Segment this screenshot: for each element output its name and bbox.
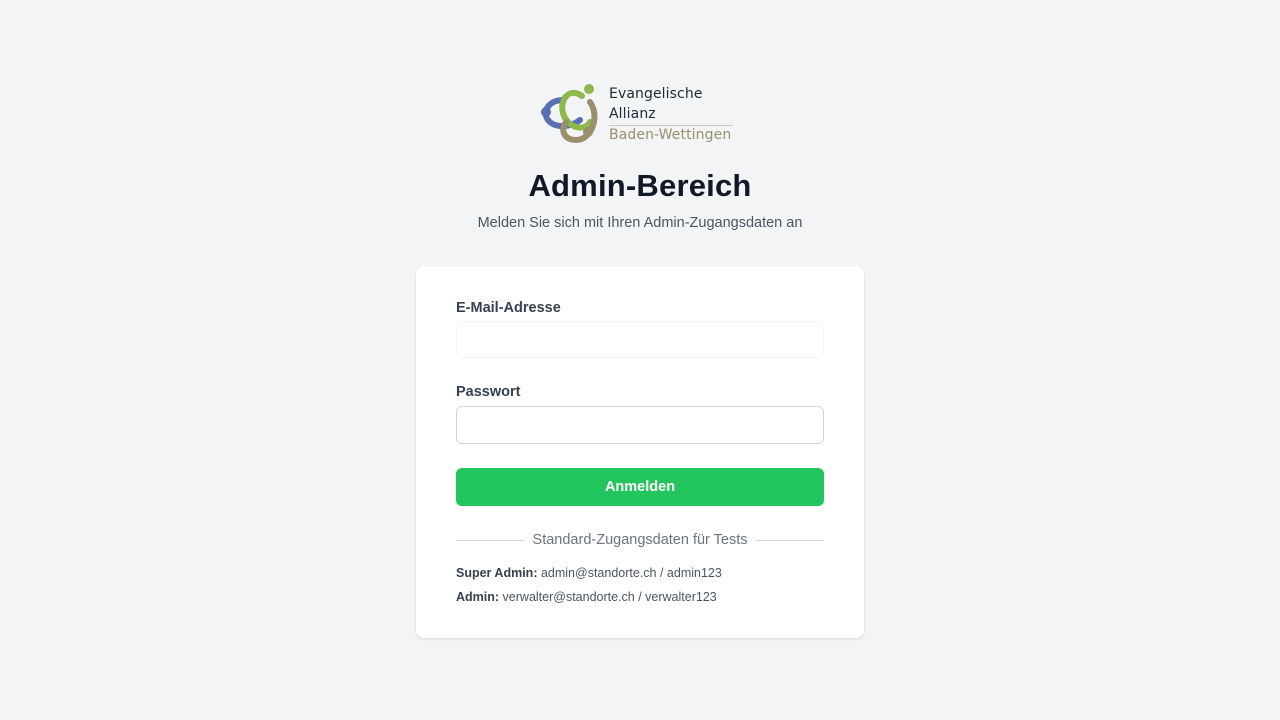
- logo-line-1: Evangelische: [609, 86, 703, 102]
- credential-role: Super Admin:: [456, 566, 538, 580]
- password-label: Passwort: [456, 384, 521, 400]
- login-page: Evangelische Allianz Baden-Wettingen Adm…: [0, 0, 1280, 720]
- email-field[interactable]: [456, 321, 824, 358]
- page-subtitle: Melden Sie sich mit Ihren Admin-Zugangsd…: [477, 215, 803, 231]
- login-button[interactable]: Anmelden: [456, 468, 824, 506]
- logo-text: Evangelische Allianz Baden-Wettingen: [609, 84, 735, 144]
- credential-role: Admin:: [456, 590, 500, 604]
- divider-line-right: [755, 539, 825, 541]
- login-card: E-Mail-Adresse Passwort Anmelden Standar…: [416, 266, 864, 638]
- password-field[interactable]: [456, 406, 824, 444]
- test-credentials-divider: Standard-Zugangsdaten für Tests: [456, 530, 825, 550]
- credential-value: verwalter@standorte.ch / verwalter123: [502, 590, 717, 604]
- credential-value: admin@standorte.ch / admin123: [540, 566, 722, 580]
- credential-super-admin: Super Admin: admin@standorte.ch / admin1…: [456, 566, 722, 580]
- logo-line-3: Baden-Wettingen: [609, 127, 732, 143]
- organization-logo: Evangelische Allianz Baden-Wettingen: [540, 82, 740, 146]
- test-credentials-heading: Standard-Zugangsdaten für Tests: [532, 532, 748, 548]
- divider-line-left: [456, 539, 525, 541]
- logo-emblem-icon: [541, 84, 598, 144]
- logo-line-2: Allianz: [609, 106, 656, 122]
- credential-admin: Admin: verwalter@standorte.ch / verwalte…: [456, 590, 717, 604]
- email-label: E-Mail-Adresse: [456, 300, 561, 316]
- page-title: Admin-Bereich: [528, 168, 752, 203]
